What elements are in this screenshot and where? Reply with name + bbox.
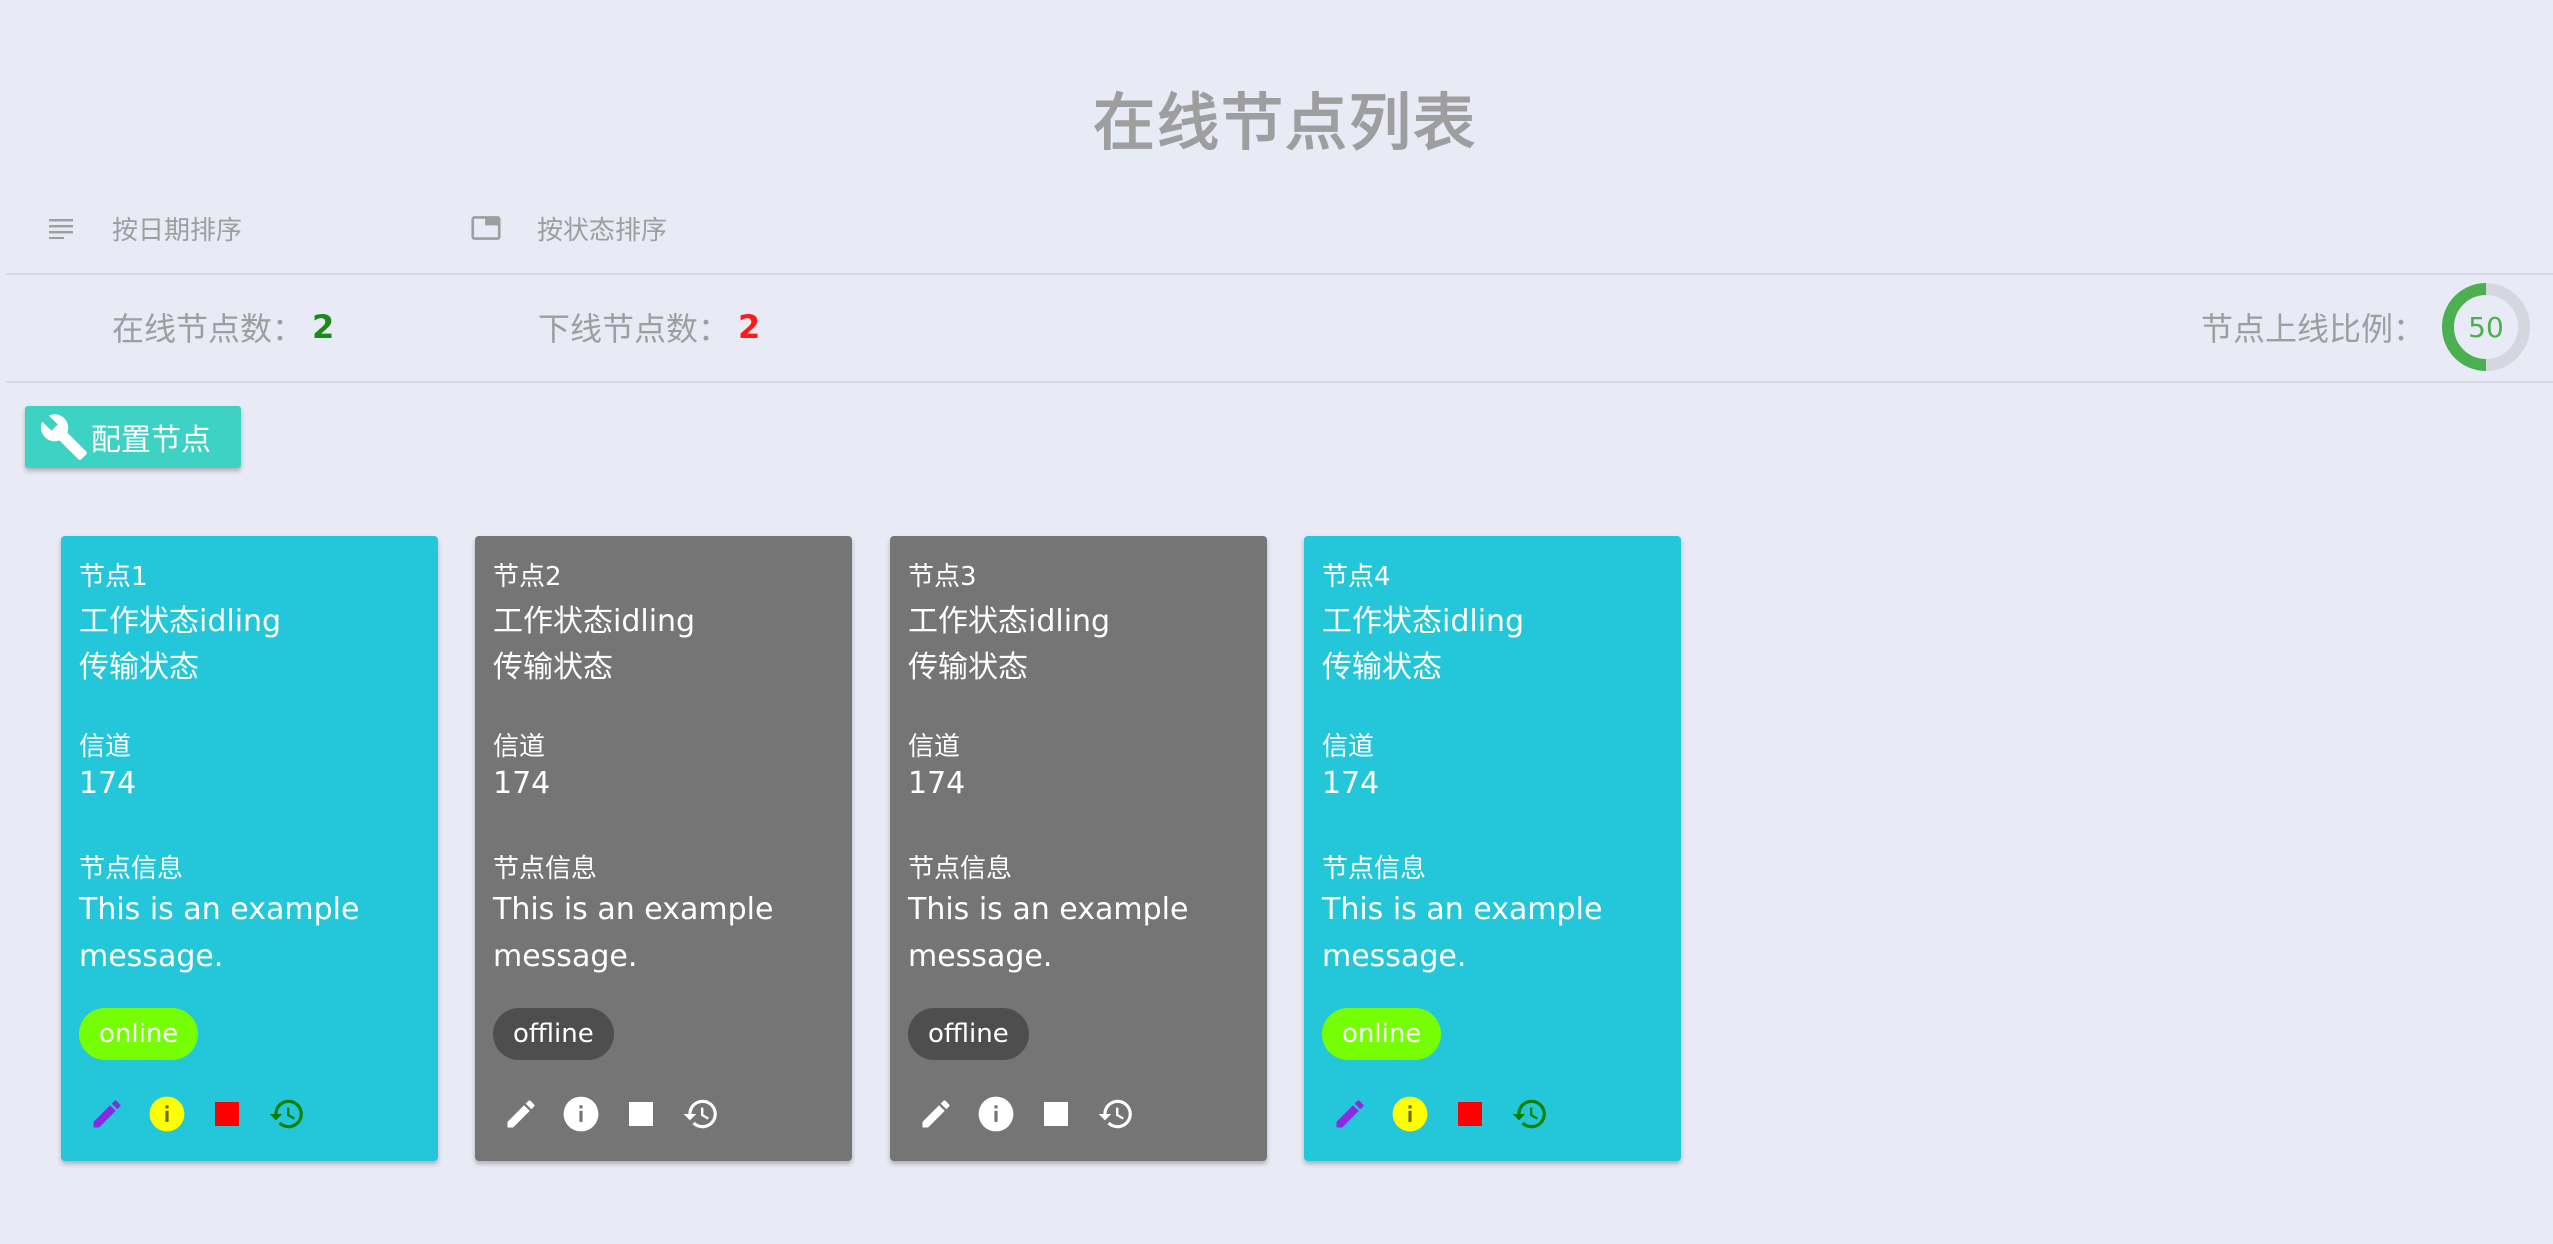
- node-transfer-state: 传输状态: [493, 650, 613, 685]
- stop-icon[interactable]: [207, 1094, 247, 1134]
- sort-by-date-label: 按日期排序: [112, 215, 243, 246]
- node-status-badge: online: [1322, 1008, 1442, 1060]
- node-info-value: This is an example message.: [908, 892, 1189, 974]
- node-info-value: This is an example message.: [79, 892, 360, 974]
- history-icon[interactable]: [1096, 1094, 1136, 1134]
- node-info-label: 节点信息: [493, 854, 598, 884]
- offline-count-value: 2: [738, 308, 761, 346]
- node-actions: [916, 1094, 1156, 1134]
- info-icon[interactable]: [147, 1094, 187, 1134]
- node-info-label: 节点信息: [79, 854, 184, 884]
- node-channel-value: 174: [493, 766, 551, 801]
- node-channel-label: 信道: [1322, 732, 1375, 762]
- online-ratio-ring: 50: [2441, 282, 2531, 372]
- node-info-label: 节点信息: [908, 854, 1013, 884]
- sort-bar: 按日期排序 按状态排序: [6, 195, 2553, 275]
- edit-icon[interactable]: [916, 1094, 956, 1134]
- node-name: 节点1: [79, 562, 148, 592]
- online-count-stat: 在线节点数： 2: [112, 273, 334, 381]
- node-info-value: This is an example message.: [1322, 892, 1603, 974]
- page-title: 在线节点列表: [1092, 86, 1477, 159]
- node-card: 节点3 工作状态idling 传输状态 信道 174 节点信息 This is …: [890, 536, 1267, 1161]
- node-channel-value: 174: [1322, 766, 1380, 801]
- edit-icon[interactable]: [87, 1094, 127, 1134]
- edit-icon[interactable]: [1330, 1094, 1370, 1134]
- node-name: 节点3: [908, 562, 977, 592]
- history-icon[interactable]: [681, 1094, 721, 1134]
- configure-nodes-button[interactable]: 配置节点: [25, 406, 241, 468]
- node-actions: [87, 1094, 327, 1134]
- node-actions: [501, 1094, 741, 1134]
- node-channel-label: 信道: [908, 732, 961, 762]
- node-status-badge: offline: [493, 1008, 614, 1060]
- online-ratio-label: 节点上线比例：: [2200, 310, 2425, 348]
- stop-icon[interactable]: [1450, 1094, 1490, 1134]
- online-ratio-stat: 节点上线比例： 50: [2201, 273, 2531, 381]
- history-icon[interactable]: [1510, 1094, 1550, 1134]
- node-channel-value: 174: [79, 766, 137, 801]
- node-name: 节点4: [1322, 562, 1391, 592]
- edit-icon[interactable]: [501, 1094, 541, 1134]
- offline-count-stat: 下线节点数： 2: [538, 273, 760, 381]
- wrench-icon: [39, 412, 89, 462]
- node-work-state: 工作状态idling: [908, 604, 1111, 639]
- stop-icon[interactable]: [621, 1094, 661, 1134]
- sort-by-status-button[interactable]: 按状态排序: [471, 195, 667, 261]
- node-name: 节点2: [493, 562, 562, 592]
- offline-count-label: 下线节点数：: [538, 310, 731, 348]
- sort-lines-icon: [46, 213, 76, 243]
- stop-icon[interactable]: [1036, 1094, 1076, 1134]
- node-channel-label: 信道: [79, 732, 132, 762]
- node-channel-label: 信道: [493, 732, 546, 762]
- info-icon[interactable]: [1390, 1094, 1430, 1134]
- node-transfer-state: 传输状态: [79, 650, 199, 685]
- sort-by-date-button[interactable]: 按日期排序: [46, 195, 242, 261]
- node-work-state: 工作状态idling: [493, 604, 696, 639]
- node-actions: [1330, 1094, 1570, 1134]
- node-transfer-state: 传输状态: [908, 650, 1028, 685]
- node-card: 节点1 工作状态idling 传输状态 信道 174 节点信息 This is …: [61, 536, 438, 1161]
- history-icon[interactable]: [267, 1094, 307, 1134]
- node-status-badge: offline: [908, 1008, 1029, 1060]
- node-info-value: This is an example message.: [493, 892, 774, 974]
- node-work-state: 工作状态idling: [79, 604, 282, 639]
- node-status-badge: online: [79, 1008, 199, 1060]
- node-info-label: 节点信息: [1322, 854, 1427, 884]
- node-channel-value: 174: [908, 766, 966, 801]
- node-card: 节点4 工作状态idling 传输状态 信道 174 节点信息 This is …: [1304, 536, 1681, 1161]
- node-transfer-state: 传输状态: [1322, 650, 1442, 685]
- info-icon[interactable]: [976, 1094, 1016, 1134]
- online-count-label: 在线节点数：: [112, 310, 305, 348]
- online-ratio-value: 50: [2468, 310, 2504, 344]
- online-count-value: 2: [312, 308, 335, 346]
- node-card: 节点2 工作状态idling 传输状态 信道 174 节点信息 This is …: [475, 536, 852, 1161]
- node-work-state: 工作状态idling: [1322, 604, 1525, 639]
- folder-tab-icon: [471, 213, 501, 243]
- stats-bar: 在线节点数： 2 下线节点数： 2 节点上线比例： 50: [6, 273, 2553, 383]
- sort-by-status-label: 按状态排序: [537, 215, 668, 246]
- info-icon[interactable]: [561, 1094, 601, 1134]
- configure-nodes-label: 配置节点: [91, 423, 211, 458]
